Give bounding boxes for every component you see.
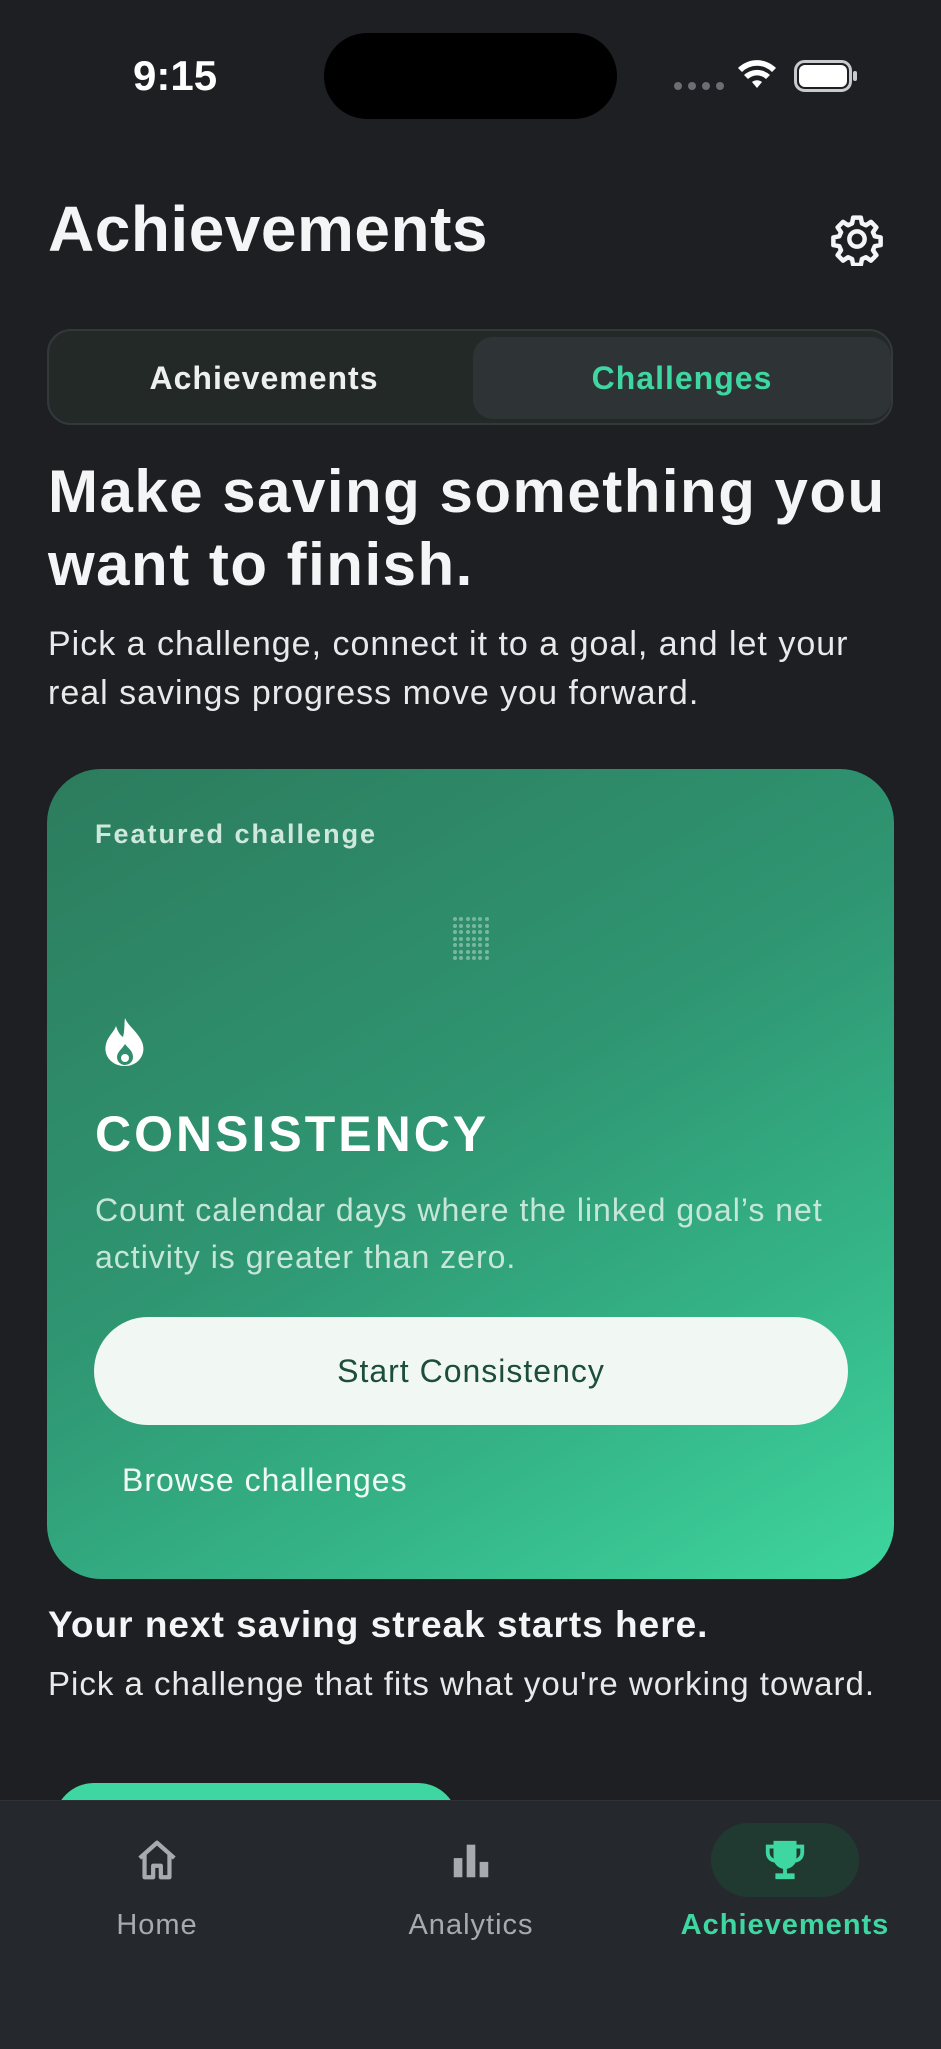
dynamic-island: [324, 33, 617, 119]
hero-subtitle: Pick a challenge, connect it to a goal, …: [48, 625, 849, 712]
tab-home[interactable]: Home: [7, 1823, 307, 1953]
status-time: 9:15: [133, 52, 218, 99]
featured-challenge-card: Featured challenge CONSISTENCY Count cal…: [47, 769, 894, 1579]
tab-achievements[interactable]: Achievements: [55, 337, 473, 419]
streak-title: Your next saving streak starts here.: [48, 1604, 709, 1645]
trophy-icon-wrap: [711, 1823, 859, 1897]
tab-achievements-nav[interactable]: Achievements: [635, 1823, 935, 1953]
page-title: Achievements: [48, 193, 488, 265]
battery-icon: [794, 60, 857, 92]
tab-home-label: Home: [116, 1909, 198, 1941]
start-challenge-button[interactable]: Start Consistency: [94, 1317, 848, 1425]
bar-chart-icon-wrap: [397, 1823, 545, 1897]
tab-analytics-label: Analytics: [408, 1909, 534, 1941]
tab-achievements-nav-label: Achievements: [680, 1909, 890, 1941]
home-icon-wrap: [83, 1823, 231, 1897]
tab-analytics[interactable]: Analytics: [321, 1823, 621, 1953]
bottom-tab-bar: Home Analytics Achievements: [0, 1800, 941, 2049]
trophy-icon: [765, 1840, 805, 1880]
streak-subtitle: Pick a challenge that fits what you're w…: [48, 1665, 876, 1702]
dot-grid-decoration: [453, 917, 489, 961]
flame-icon: [105, 1018, 144, 1066]
challenge-description: Count calendar days where the linked goa…: [95, 1192, 823, 1275]
challenge-title: CONSISTENCY: [95, 1106, 490, 1162]
featured-label: Featured challenge: [95, 819, 378, 849]
browse-challenges-link[interactable]: Browse challenges: [122, 1462, 408, 1499]
segmented-control: Achievements Challenges: [47, 329, 893, 425]
cellular-signal-icon: [674, 82, 724, 90]
tab-challenges[interactable]: Challenges: [473, 337, 891, 419]
gear-icon[interactable]: [830, 212, 884, 266]
wifi-icon: [738, 60, 776, 88]
home-icon: [138, 1840, 176, 1880]
hero-title: Make saving something you want to finish…: [48, 458, 886, 598]
bar-chart-icon: [453, 1844, 489, 1878]
